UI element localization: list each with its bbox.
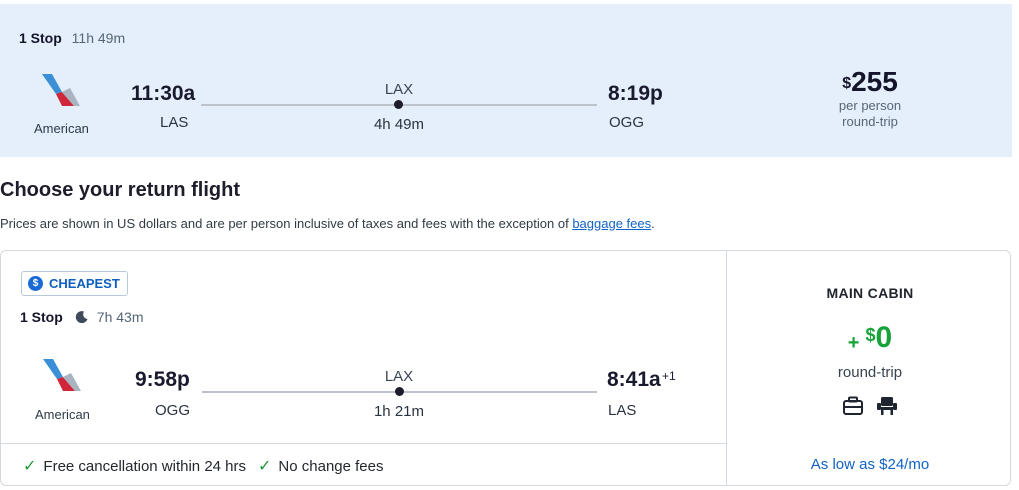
return-layover-dot <box>395 387 404 396</box>
return-depart-time: 9:58p <box>135 368 190 391</box>
outbound-arrive-airport: OGG <box>609 114 645 131</box>
american-airlines-logo-icon <box>42 74 80 106</box>
outbound-depart-time: 11:30a <box>131 82 196 105</box>
outbound-airline-name: American <box>34 121 89 136</box>
price-currency: $ <box>842 75 852 92</box>
check-icon: ✓ <box>23 458 37 475</box>
check-icon: ✓ <box>258 458 272 475</box>
feature-free-cancellation: Free cancellation within 24 hrs <box>43 457 247 475</box>
price-amount: 0 <box>875 321 893 354</box>
return-layover-airport: LAX <box>384 368 414 385</box>
card-divider-horizontal <box>1 443 727 444</box>
return-stop-count: 1 Stop <box>20 309 63 325</box>
next-day-indicator: +1 <box>662 369 676 383</box>
price-amount: 255 <box>851 66 898 97</box>
badge-label: CHEAPEST <box>49 276 120 291</box>
cabin-price[interactable]: + $0 <box>728 321 1012 355</box>
outbound-depart-airport: LAS <box>160 114 189 131</box>
outbound-price: $255 per person round-trip <box>820 66 920 130</box>
dollar-badge-icon: $ <box>28 276 43 291</box>
disclaimer-end: . <box>651 216 655 231</box>
baggage-fees-link[interactable]: baggage fees <box>572 216 651 231</box>
page-title: Choose your return flight <box>0 179 240 201</box>
price-currency: $ <box>865 325 876 345</box>
return-airline-name: American <box>35 407 90 422</box>
outbound-stop-count: 1 Stop <box>19 30 62 46</box>
outbound-total-duration: 11h 49m <box>71 30 126 46</box>
outbound-layover-dot <box>394 100 403 109</box>
disclaimer-text: Prices are shown in US dollars and are p… <box>0 216 569 231</box>
seat-icon <box>877 397 897 415</box>
cheapest-badge: $ CHEAPEST <box>21 271 128 296</box>
return-arrive-airport: LAS <box>608 402 637 419</box>
return-leg-duration: 1h 21m <box>373 403 425 420</box>
price-plus-sign: + <box>847 332 860 354</box>
cabin-class-label: MAIN CABIN <box>826 285 914 301</box>
feature-no-change-fees: No change fees <box>278 457 384 475</box>
outbound-arrive-time: 8:19p <box>608 82 663 105</box>
outbound-stops-info: 1 Stop 11h 49m <box>19 30 125 46</box>
return-total-duration: 7h 43m <box>96 309 144 325</box>
price-disclaimer: Prices are shown in US dollars and are p… <box>0 216 655 231</box>
return-stops-info: 1 Stop 7h 43m <box>20 309 143 325</box>
cabin-amenities <box>842 396 898 416</box>
return-flight-card[interactable]: $ CHEAPEST 1 Stop 7h 43m American 9:58p … <box>0 250 1011 486</box>
return-depart-airport: OGG <box>155 402 191 419</box>
american-airlines-logo-icon <box>43 359 81 391</box>
return-arrive-time: 8:41a <box>607 368 661 391</box>
selected-outbound-flight[interactable]: 1 Stop 11h 49m American 11:30a LAS LAX 4… <box>0 4 1012 157</box>
outbound-leg-duration: 4h 49m <box>373 116 425 133</box>
card-divider-vertical <box>726 251 727 485</box>
flight-features: ✓ Free cancellation within 24 hrs ✓ No c… <box>23 456 384 476</box>
outbound-layover-airport: LAX <box>384 81 414 98</box>
price-round-trip: round-trip <box>842 114 898 129</box>
cabin-price-round-trip: round-trip <box>837 364 903 381</box>
moon-icon <box>75 311 88 324</box>
financing-link[interactable]: As low as $24/mo <box>728 456 1012 473</box>
carry-on-bag-icon <box>843 396 863 415</box>
price-per-person: per person <box>838 98 902 113</box>
